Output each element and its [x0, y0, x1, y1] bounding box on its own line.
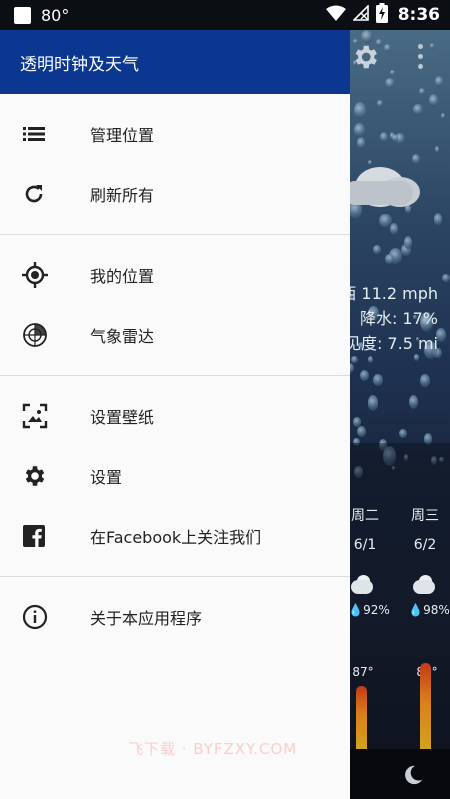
menu-item-weather-radar[interactable]: 气象雷达 — [0, 305, 350, 365]
wallpaper-icon — [0, 403, 90, 429]
menu-item-set-wallpaper[interactable]: 设置壁纸 — [0, 386, 350, 446]
raindrop — [413, 354, 419, 361]
menu-item-label: 刷新所有 — [90, 186, 155, 205]
raindrop — [435, 76, 444, 87]
temperature-bar — [356, 686, 367, 749]
menu-item-follow-facebook[interactable]: 在Facebook上关注我们 — [0, 506, 350, 566]
raindrop — [442, 274, 450, 283]
raindrop — [360, 370, 370, 381]
raindrop — [379, 131, 389, 143]
menu-item-label: 设置 — [90, 468, 123, 487]
forecast-panel: 周二 周三 6/1 6/2 💧92% 💧98% 87° 89° — [340, 443, 450, 749]
temperature-bar — [420, 663, 431, 749]
wifi-icon — [325, 5, 346, 25]
menu-item-settings[interactable]: 设置 — [0, 446, 350, 506]
rain-cloud-icon — [348, 575, 376, 598]
drawer-section: 管理位置 刷新所有 — [0, 94, 350, 234]
rain-cloud-icon — [410, 575, 438, 598]
notification-square-icon — [14, 6, 31, 24]
forecast-precip: 💧92% — [348, 603, 390, 617]
raindrop — [385, 254, 394, 264]
bottom-nav — [340, 749, 450, 799]
settings-gear-icon — [0, 463, 90, 489]
raindrop — [412, 104, 423, 116]
raindrop — [372, 244, 382, 254]
menu-item-my-location[interactable]: 我的位置 — [0, 245, 350, 305]
list-icon — [0, 122, 90, 146]
my-location-icon — [0, 262, 90, 288]
raindrop — [430, 42, 435, 50]
menu-item-manage-locations[interactable]: 管理位置 — [0, 104, 350, 164]
drawer-section: 设置壁纸 设置 在Facebook上关注我们 — [0, 376, 350, 576]
raindrop — [379, 213, 392, 227]
raindrop — [353, 101, 367, 119]
precipitation-text: 降水: 17% — [359, 309, 438, 328]
raindrop — [420, 374, 431, 387]
refresh-icon — [0, 182, 90, 206]
raindrop — [368, 355, 374, 363]
menu-item-label: 关于本应用程序 — [90, 609, 203, 628]
visibility-text: 见度: 7.5 mi — [344, 334, 438, 353]
raindrop — [392, 133, 398, 143]
menu-item-refresh-all[interactable]: 刷新所有 — [0, 164, 350, 224]
status-temperature: 80° — [41, 5, 70, 25]
watermark-text: 飞下载 · BYFZXY.COM — [128, 740, 298, 758]
raindrop — [440, 113, 445, 119]
facebook-icon — [0, 524, 90, 548]
raindrop — [434, 146, 439, 153]
raindrop — [408, 394, 418, 410]
forecast-date: 6/2 — [413, 537, 437, 553]
moon-icon[interactable] — [402, 764, 424, 790]
menu-item-label: 我的位置 — [90, 267, 155, 286]
drawer-header: 透明时钟及天气 — [0, 30, 350, 94]
drawer-section: 我的位置 气象雷达 — [0, 235, 350, 375]
info-icon — [0, 604, 90, 630]
raindrop — [353, 122, 366, 138]
forecast-precip: 💧98% — [408, 603, 450, 617]
raindrop — [390, 223, 398, 236]
menu-item-about[interactable]: 关于本应用程序 — [0, 587, 350, 647]
battery-charging-icon — [375, 3, 388, 27]
raindrop — [356, 137, 365, 149]
raindrop — [419, 88, 426, 95]
status-bar: 80° 8:36 — [0, 0, 450, 30]
raindrop — [429, 94, 439, 108]
menu-item-label: 设置壁纸 — [90, 408, 155, 427]
raindrop — [377, 100, 384, 108]
raindrop — [351, 356, 358, 364]
raindrop — [357, 425, 366, 437]
no-signal-icon — [351, 4, 369, 25]
raindrop — [385, 77, 396, 89]
menu-item-label: 气象雷达 — [90, 327, 155, 346]
app-title: 透明时钟及天气 — [20, 54, 139, 75]
menu-item-label: 在Facebook上关注我们 — [90, 528, 262, 547]
raindrop — [367, 395, 379, 412]
raindrop — [433, 212, 442, 226]
navigation-drawer: 透明时钟及天气 管理位置 刷新所有 我的位置 气象雷达 设置壁纸 设置 在Fac… — [0, 30, 350, 799]
radar-icon — [0, 322, 90, 348]
raindrop — [373, 373, 383, 386]
forecast-day: 周三 — [411, 508, 439, 524]
wind-text: 西 11.2 mph — [340, 284, 438, 303]
raindrop — [398, 428, 407, 439]
raindrop — [384, 44, 392, 53]
drawer-section: 关于本应用程序 — [0, 577, 350, 657]
menu-item-label: 管理位置 — [90, 126, 155, 145]
status-time: 8:36 — [397, 5, 440, 25]
raindrop — [390, 69, 395, 75]
overflow-menu-icon[interactable] — [418, 44, 426, 74]
raindrop — [403, 236, 412, 249]
settings-gear-icon[interactable] — [350, 42, 380, 76]
